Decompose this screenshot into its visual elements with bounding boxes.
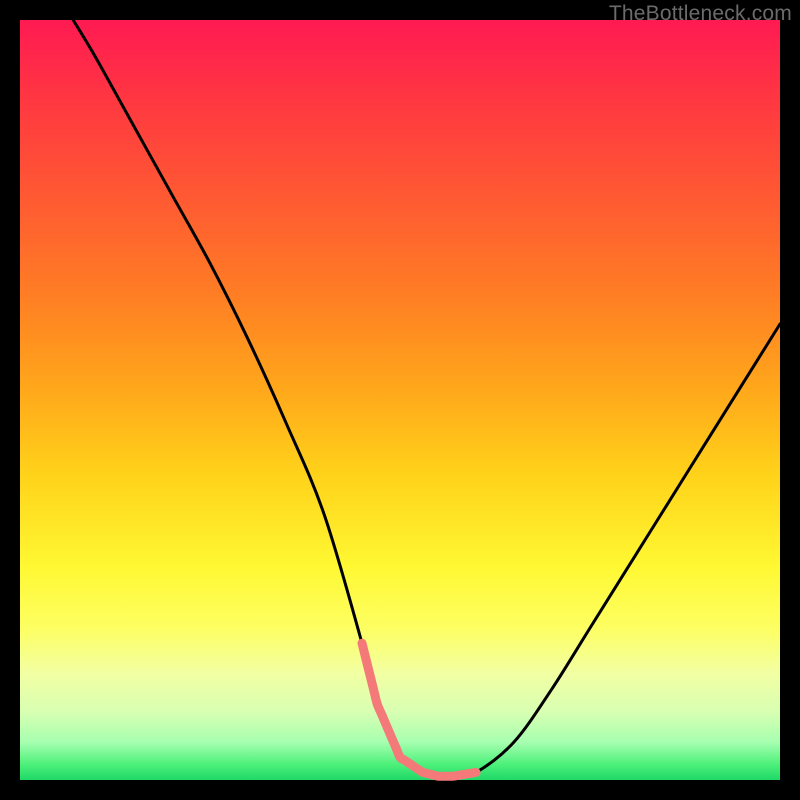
plot-area [20,20,780,780]
curve-svg [20,20,780,780]
watermark-text: TheBottleneck.com [609,2,792,26]
chart-frame: TheBottleneck.com [0,0,800,800]
bottleneck-curve-path [73,20,780,777]
highlight-segment-path [362,643,476,776]
